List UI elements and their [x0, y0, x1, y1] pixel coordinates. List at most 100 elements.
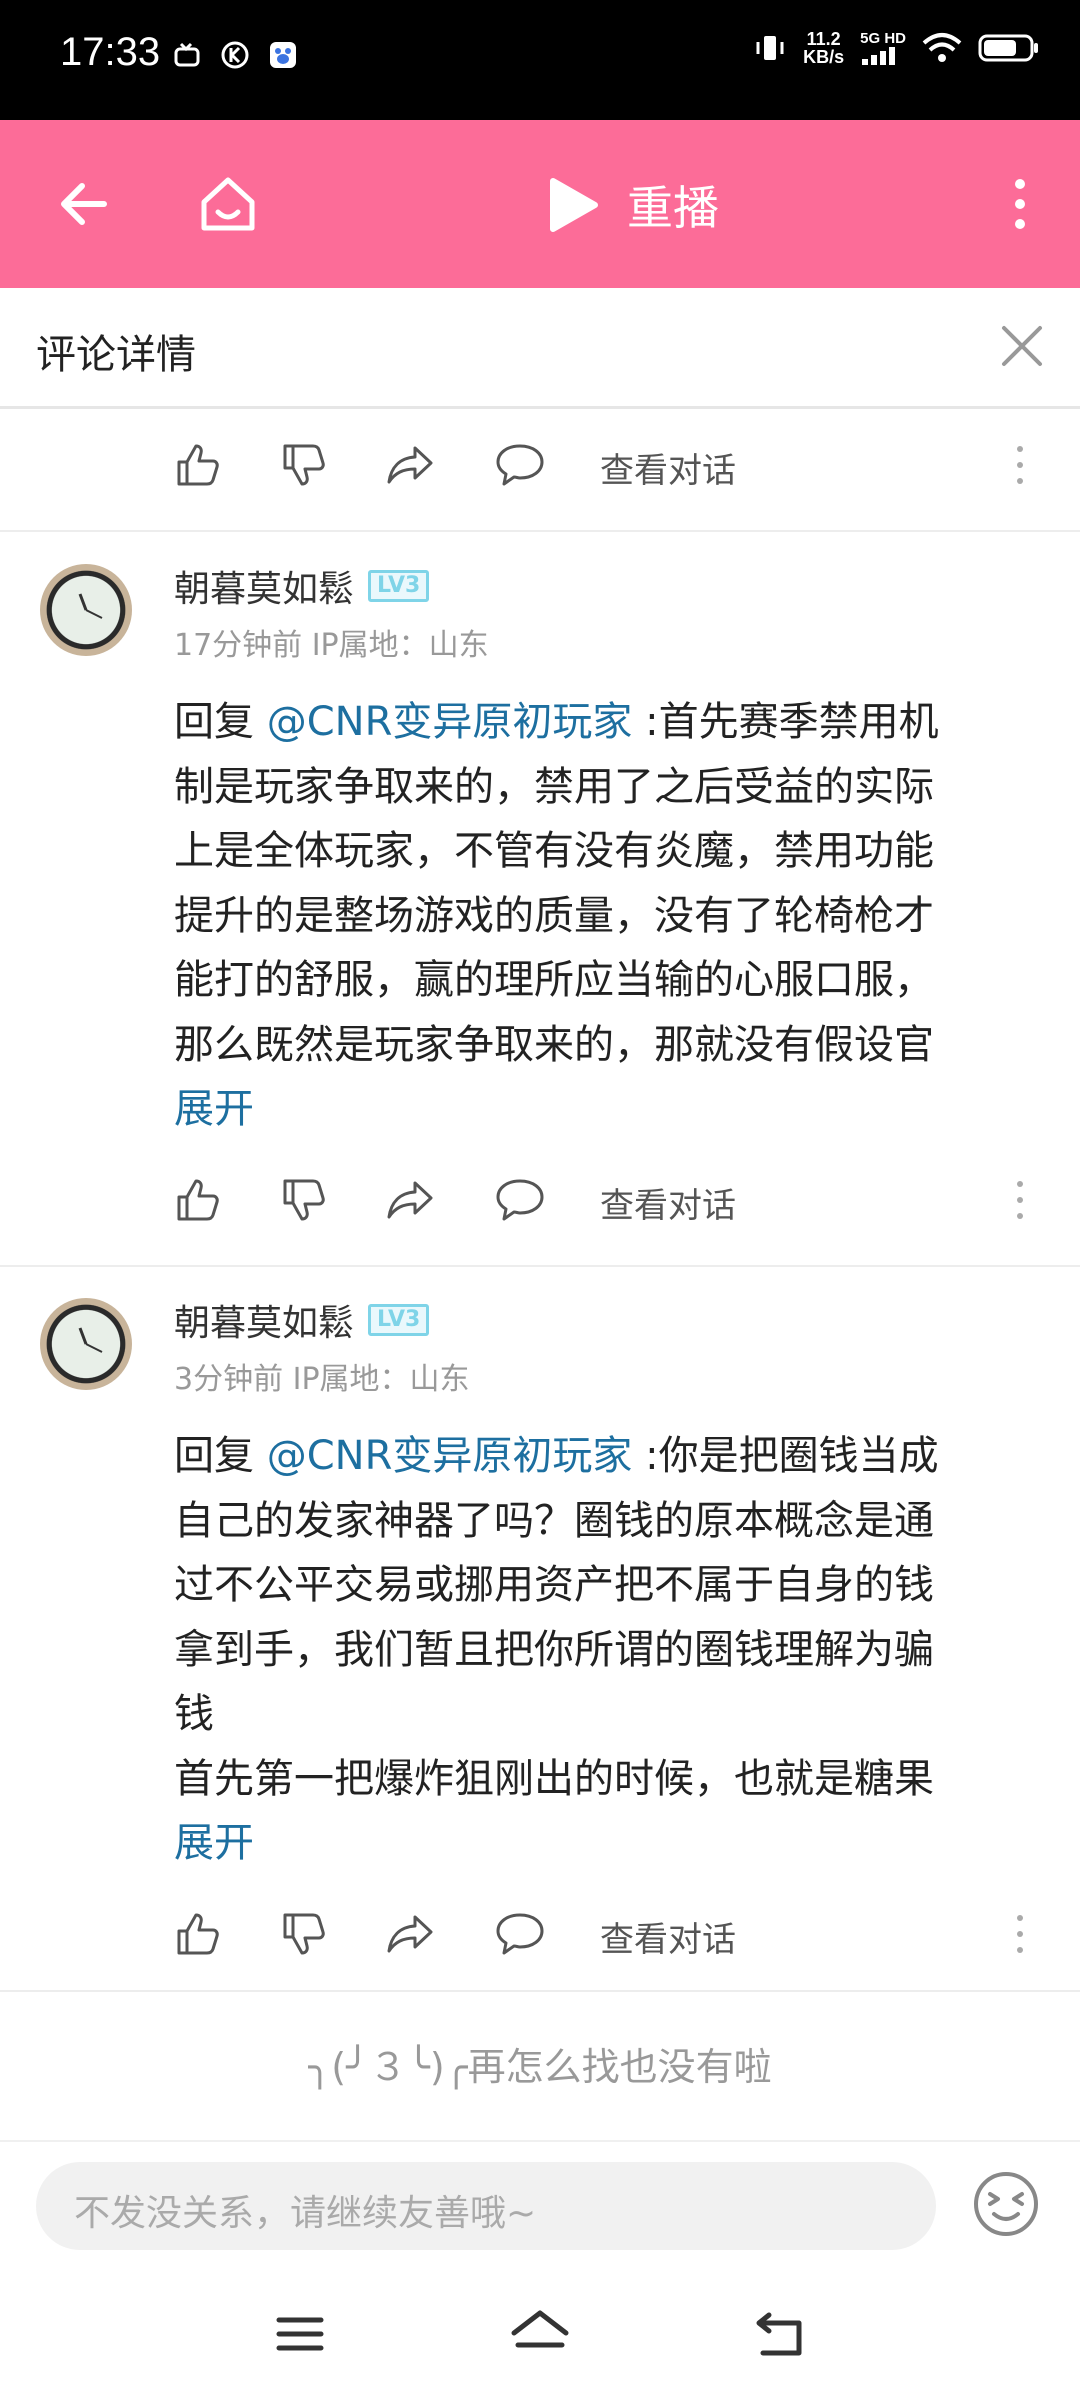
comment-meta: 17分钟前 IP属地：山东: [174, 628, 489, 663]
reply-button[interactable]: [492, 1906, 548, 1962]
username-text: 朝暮莫如鬆: [174, 1303, 355, 1344]
share-icon: [387, 1181, 433, 1219]
replay-button[interactable]: 重播: [545, 172, 719, 238]
comment-content: 回复 @CNR变异原初玩家 :你是把圈钱当成 自己的发家神器了吗？圈钱的原本概念…: [174, 1424, 1044, 1876]
comment-bubble-icon: [496, 1179, 544, 1221]
status-bar: 17:33 11.2 KB/s 5G HD: [0, 0, 1080, 120]
back-button[interactable]: [44, 164, 124, 244]
network-type: 5G HD: [860, 30, 906, 47]
comment-content: 回复 @CNR变异原初玩家 :首先赛季禁用机 制是玩家争取来的，禁用了之后受益的…: [174, 690, 1044, 1142]
back-arrow-icon: [61, 183, 107, 225]
action-row: 查看对话: [0, 425, 1080, 505]
more-vertical-icon: [1015, 179, 1025, 229]
network-speed: 11.2 KB/s: [803, 29, 845, 67]
system-nav-bar: [0, 2272, 1080, 2400]
clock-avatar-icon: [78, 593, 103, 619]
emoji-icon[interactable]: [972, 2170, 1040, 2238]
status-time: 17:33: [60, 30, 161, 74]
comment-more-button[interactable]: [1000, 437, 1040, 493]
avatar[interactable]: [40, 564, 132, 656]
comment-input-placeholder: 不发没关系，请继续友善哦~: [74, 2193, 537, 2234]
battery-icon: [978, 34, 1038, 62]
expand-link[interactable]: 展开: [174, 1811, 1044, 1876]
content-line: 回复 @CNR变异原初玩家 :你是把圈钱当成: [174, 1424, 1044, 1489]
share-button[interactable]: [382, 1906, 438, 1962]
reply-button[interactable]: [492, 1172, 548, 1228]
more-vertical-icon: [1017, 1915, 1023, 1953]
home-outline-icon: [511, 2310, 569, 2348]
content-line: 拿到手，我们暂且把你所谓的圈钱理解为骗: [174, 1626, 934, 1673]
dislike-button[interactable]: [276, 1906, 332, 1962]
content-line: 回复 @CNR变异原初玩家 :首先赛季禁用机: [174, 690, 1044, 755]
thumbs-down-icon: [283, 444, 325, 486]
signal-block: 5G HD: [860, 31, 906, 65]
mention-link[interactable]: @CNR变异原初玩家: [267, 1433, 633, 1479]
content-line-text: :首先赛季禁用机: [632, 699, 939, 745]
level-badge: LV3: [368, 1304, 430, 1336]
comment-bubble-icon: [496, 1913, 544, 1955]
status-right: 11.2 KB/s 5G HD: [753, 30, 1040, 66]
thumbs-down-icon: [283, 1913, 325, 1955]
comment-meta: 3分钟前 IP属地：山东: [174, 1362, 470, 1397]
content-line: 钱: [174, 1691, 214, 1737]
content-line: 过不公平交易或挪用资产把不属于自身的钱: [174, 1562, 934, 1608]
level-badge: LV3: [368, 570, 430, 602]
like-button[interactable]: [170, 437, 226, 493]
play-icon: [550, 178, 598, 232]
divider: [0, 1990, 1080, 1992]
signal-icon: [862, 47, 896, 65]
comment-bubble-icon: [496, 444, 544, 486]
share-button[interactable]: [382, 1172, 438, 1228]
divider: [0, 530, 1080, 532]
dislike-button[interactable]: [276, 437, 332, 493]
view-conversation-link[interactable]: 查看对话: [600, 443, 736, 492]
more-menu-button[interactable]: [980, 164, 1060, 244]
back-nav-icon: [756, 2312, 802, 2356]
content-line: 上是全体玩家，不管有没有炎魔，禁用功能: [174, 828, 934, 874]
home-button[interactable]: [188, 164, 268, 244]
more-vertical-icon: [1017, 446, 1023, 484]
comment-input-bar: 不发没关系，请继续友善哦~: [0, 2140, 1080, 2272]
wifi-icon: [922, 33, 962, 62]
username-text: 朝暮莫如鬆: [174, 569, 355, 610]
replay-label: 重播: [627, 181, 719, 235]
content-line: 自己的发家神器了吗？圈钱的原本概念是通: [174, 1497, 934, 1544]
nav-back-button[interactable]: [748, 2302, 812, 2366]
share-icon: [387, 446, 433, 484]
paw-icon: [270, 42, 296, 68]
close-button[interactable]: [984, 308, 1060, 384]
dislike-button[interactable]: [276, 1172, 332, 1228]
end-of-list-tip: ╮(╯３╰)╭再怎么找也没有啦: [308, 2045, 772, 2089]
thumbs-up-icon: [177, 1913, 219, 1955]
clock-avatar-icon: [78, 1327, 103, 1353]
content-line: 那么既然是玩家争取来的，那就没有假设官: [174, 1021, 934, 1068]
expand-link[interactable]: 展开: [174, 1077, 1044, 1142]
app-bar: 重播: [0, 120, 1080, 288]
home-icon: [201, 177, 255, 231]
like-button[interactable]: [170, 1172, 226, 1228]
comment-username[interactable]: 朝暮莫如鬆 LV3: [174, 1294, 430, 1346]
divider: [0, 1265, 1080, 1267]
view-conversation-link[interactable]: 查看对话: [600, 1178, 736, 1227]
content-line-text: :你是把圈钱当成: [632, 1433, 939, 1479]
vibrate-icon: [756, 36, 784, 60]
share-button[interactable]: [382, 437, 438, 493]
share-icon: [387, 1915, 433, 1953]
tv-icon: [174, 42, 200, 67]
mention-link[interactable]: @CNR变异原初玩家: [267, 699, 633, 745]
view-conversation-link[interactable]: 查看对话: [600, 1912, 736, 1961]
content-line: 提升的是整场游戏的质量，没有了轮椅枪才: [174, 892, 934, 939]
comment-more-button[interactable]: [1000, 1172, 1040, 1228]
comment-more-button[interactable]: [1000, 1906, 1040, 1962]
comment-input[interactable]: 不发没关系，请继续友善哦~: [36, 2162, 936, 2250]
like-button[interactable]: [170, 1906, 226, 1962]
nav-home-button[interactable]: [508, 2302, 572, 2366]
thumbs-up-icon: [177, 1179, 219, 1221]
reply-button[interactable]: [492, 437, 548, 493]
content-line: 制是玩家争取来的，禁用了之后受益的实际: [174, 763, 934, 810]
nav-menu-button[interactable]: [268, 2302, 332, 2366]
avatar[interactable]: [40, 1298, 132, 1390]
reply-prefix: 回复: [174, 1433, 267, 1479]
thumbs-up-icon: [177, 444, 219, 486]
comment-username[interactable]: 朝暮莫如鬆 LV3: [174, 560, 430, 612]
